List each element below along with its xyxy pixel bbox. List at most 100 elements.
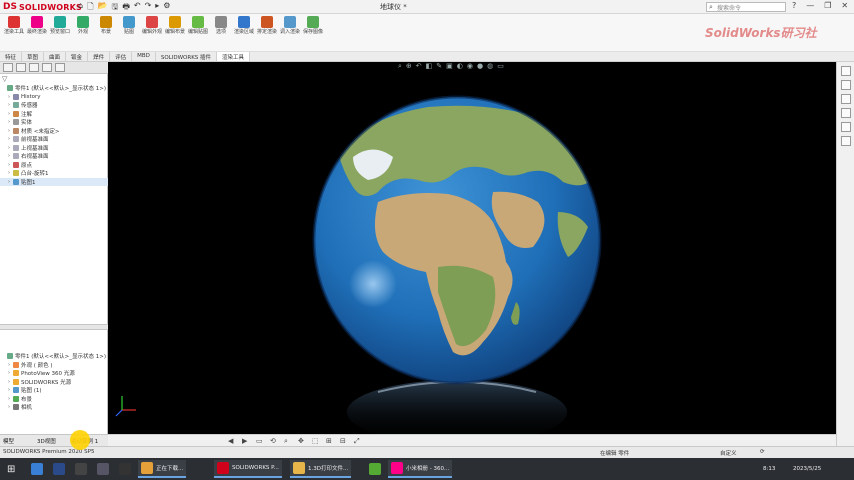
command-tab[interactable]: SOLIDWORKS 插件 [156,52,218,61]
tree-node[interactable]: › 外观 ( 颜色 ) [0,361,108,370]
ribbon-tool-button[interactable]: 编辑布景 [165,16,185,35]
filter-icon[interactable]: ▽ [2,75,7,83]
taskbar-app[interactable] [72,460,93,478]
taskbar-app[interactable]: 1.3D打印文件... [290,460,352,478]
tree-node[interactable]: › 实体 [0,118,108,127]
command-tab[interactable]: 曲面 [44,52,67,61]
rebuild-indicator[interactable]: ⟳ [760,449,765,455]
strip-tool-icon[interactable]: ▶ [242,437,247,445]
taskbar-app[interactable] [94,460,115,478]
quick-access-icon[interactable]: ↷ [145,1,152,15]
quick-access-icon[interactable]: ▸ [155,1,159,15]
quick-access-icon[interactable]: 🖶 [122,1,130,15]
custom-properties-icon[interactable] [840,136,851,146]
taskbar-app[interactable]: SOLIDWORKS P... [214,460,282,478]
strip-tool-icon[interactable]: ▭ [256,437,263,445]
start-button[interactable]: ⊞ [4,460,18,478]
strip-tool-icon[interactable]: ◀ [228,437,233,445]
tree-node[interactable]: › 注解 [0,110,108,119]
tree-node[interactable]: › 相机 [0,403,108,412]
help-button[interactable]: ? [792,1,796,10]
tree-node[interactable]: › SOLIDWORKS 光源 [0,378,108,387]
tree-node[interactable]: › 贴图 (1) [0,386,108,395]
taskbar-app[interactable]: 正在下载... [138,460,187,478]
dimxpert-tab-icon[interactable] [42,63,52,72]
panel-splitter[interactable] [0,324,108,330]
ribbon-tool-label: 选项 [215,29,226,35]
tree-node[interactable]: › 贴图1 [0,177,108,186]
solidworks-logo[interactable]: DS SOLIDWORKS [3,1,82,13]
command-tab[interactable]: 评估 [110,52,133,61]
quick-access-icon[interactable]: ⌂ [78,1,83,15]
taskbar-app[interactable] [366,460,387,478]
strip-tool-icon[interactable]: ⌕ [284,437,288,446]
tree-node[interactable]: › 材质 <未指定> [0,127,108,136]
ribbon-tool-button[interactable]: 编辑贴图 [188,16,208,35]
tree-node[interactable]: › 右视基准面 [0,152,108,161]
strip-tool-icon[interactable]: ⊟ [340,437,346,445]
ribbon-tool-button[interactable]: 外观 [73,16,93,35]
taskbar-app-icon [391,462,403,474]
feature-tree-tab-icon[interactable] [3,63,13,72]
restore-button[interactable]: ❐ [824,1,831,10]
display-manager-tab-icon[interactable] [55,63,65,72]
tree-node-icon [13,136,19,143]
ribbon-tool-button[interactable]: 最终渲染 [27,16,47,35]
tree-node[interactable]: › 上视基准面 [0,144,108,153]
search-commands-input[interactable]: ⌕ 搜索命令 [706,2,786,12]
file-explorer-icon[interactable] [840,94,851,104]
ribbon-tool-button[interactable]: 排定渲染 [257,16,277,35]
view-palette-icon[interactable] [840,108,851,118]
ribbon-tool-button[interactable]: 调入渲染 [280,16,300,35]
taskbar-app[interactable]: 小米相册 - 360... [388,460,453,478]
command-tab[interactable]: MBD [132,52,156,61]
minimize-button[interactable]: — [806,1,814,10]
command-tab[interactable]: 焊件 [88,52,111,61]
quick-access-icon[interactable]: 📂 [98,1,108,15]
graphics-area[interactable]: ⌕ ⊕ ↶ ◧ ✎ ▣ ◐ ◉ ● ◍ ▭ [108,62,836,434]
appearances-scenes-icon[interactable] [840,122,851,132]
quick-access-icon[interactable]: 🖫 [111,1,118,15]
strip-tool-icon[interactable]: ⤢ [354,437,360,446]
tree-node[interactable]: › 传感器 [0,101,108,110]
taskbar-app[interactable] [116,460,137,478]
tree-node[interactable]: 零件1 (默认<<默认>_显示状态 1>) [0,84,108,93]
ribbon-tool-button[interactable]: 布景 [96,16,116,35]
ribbon-tool-icon [8,16,20,28]
ribbon-tool-button[interactable]: 编辑外观 [142,16,162,35]
ribbon-tool-button[interactable]: 渲染区域 [234,16,254,35]
ribbon-tool-button[interactable]: 保存图像 [303,16,323,35]
tree-node[interactable]: › 凸台-旋转1 [0,169,108,178]
ribbon-tool-button[interactable]: 预览窗口 [50,16,70,35]
command-tab[interactable]: 特征 [0,52,23,61]
tree-node[interactable]: › 原点 [0,161,108,170]
tree-node[interactable]: 零件1 (默认<<默认>_显示状态 1>) [0,352,108,361]
strip-tool-icon[interactable]: ✥ [298,437,304,445]
tree-node[interactable]: › PhotoView 360 光源 [0,369,108,378]
tree-node[interactable]: › 前视基准面 [0,135,108,144]
view-tab[interactable]: 3D视图 [37,437,56,445]
command-tab[interactable]: 钣金 [66,52,89,61]
strip-tool-icon[interactable]: ⟲ [270,437,276,445]
quick-access-icon[interactable]: ↶ [134,1,141,15]
quick-access-icon[interactable]: ⚙ [163,1,170,15]
ribbon-tool-button[interactable]: 选项 [211,16,231,35]
quick-access-icon[interactable]: 🗋 [87,1,93,15]
unit-system[interactable]: 自定义 [720,449,737,457]
strip-tool-icon[interactable]: ⊞ [326,437,332,445]
tree-node[interactable]: › 布景 [0,395,108,404]
ribbon-tool-button[interactable]: 渲染工具 [4,16,24,35]
taskbar-app[interactable] [50,460,71,478]
view-tab[interactable]: 模型 [3,437,14,445]
design-library-icon[interactable] [840,80,851,90]
ribbon-tool-button[interactable]: 贴图 [119,16,139,35]
tree-node[interactable]: › History [0,93,108,102]
close-button[interactable]: ✕ [841,1,848,10]
command-tab[interactable]: 渲染工具 [217,52,251,61]
property-manager-tab-icon[interactable] [16,63,26,72]
taskbar-app[interactable] [28,460,49,478]
solidworks-resources-icon[interactable] [840,66,851,76]
configuration-manager-tab-icon[interactable] [29,63,39,72]
command-tab[interactable]: 草图 [22,52,45,61]
strip-tool-icon[interactable]: ⬚ [312,437,319,445]
